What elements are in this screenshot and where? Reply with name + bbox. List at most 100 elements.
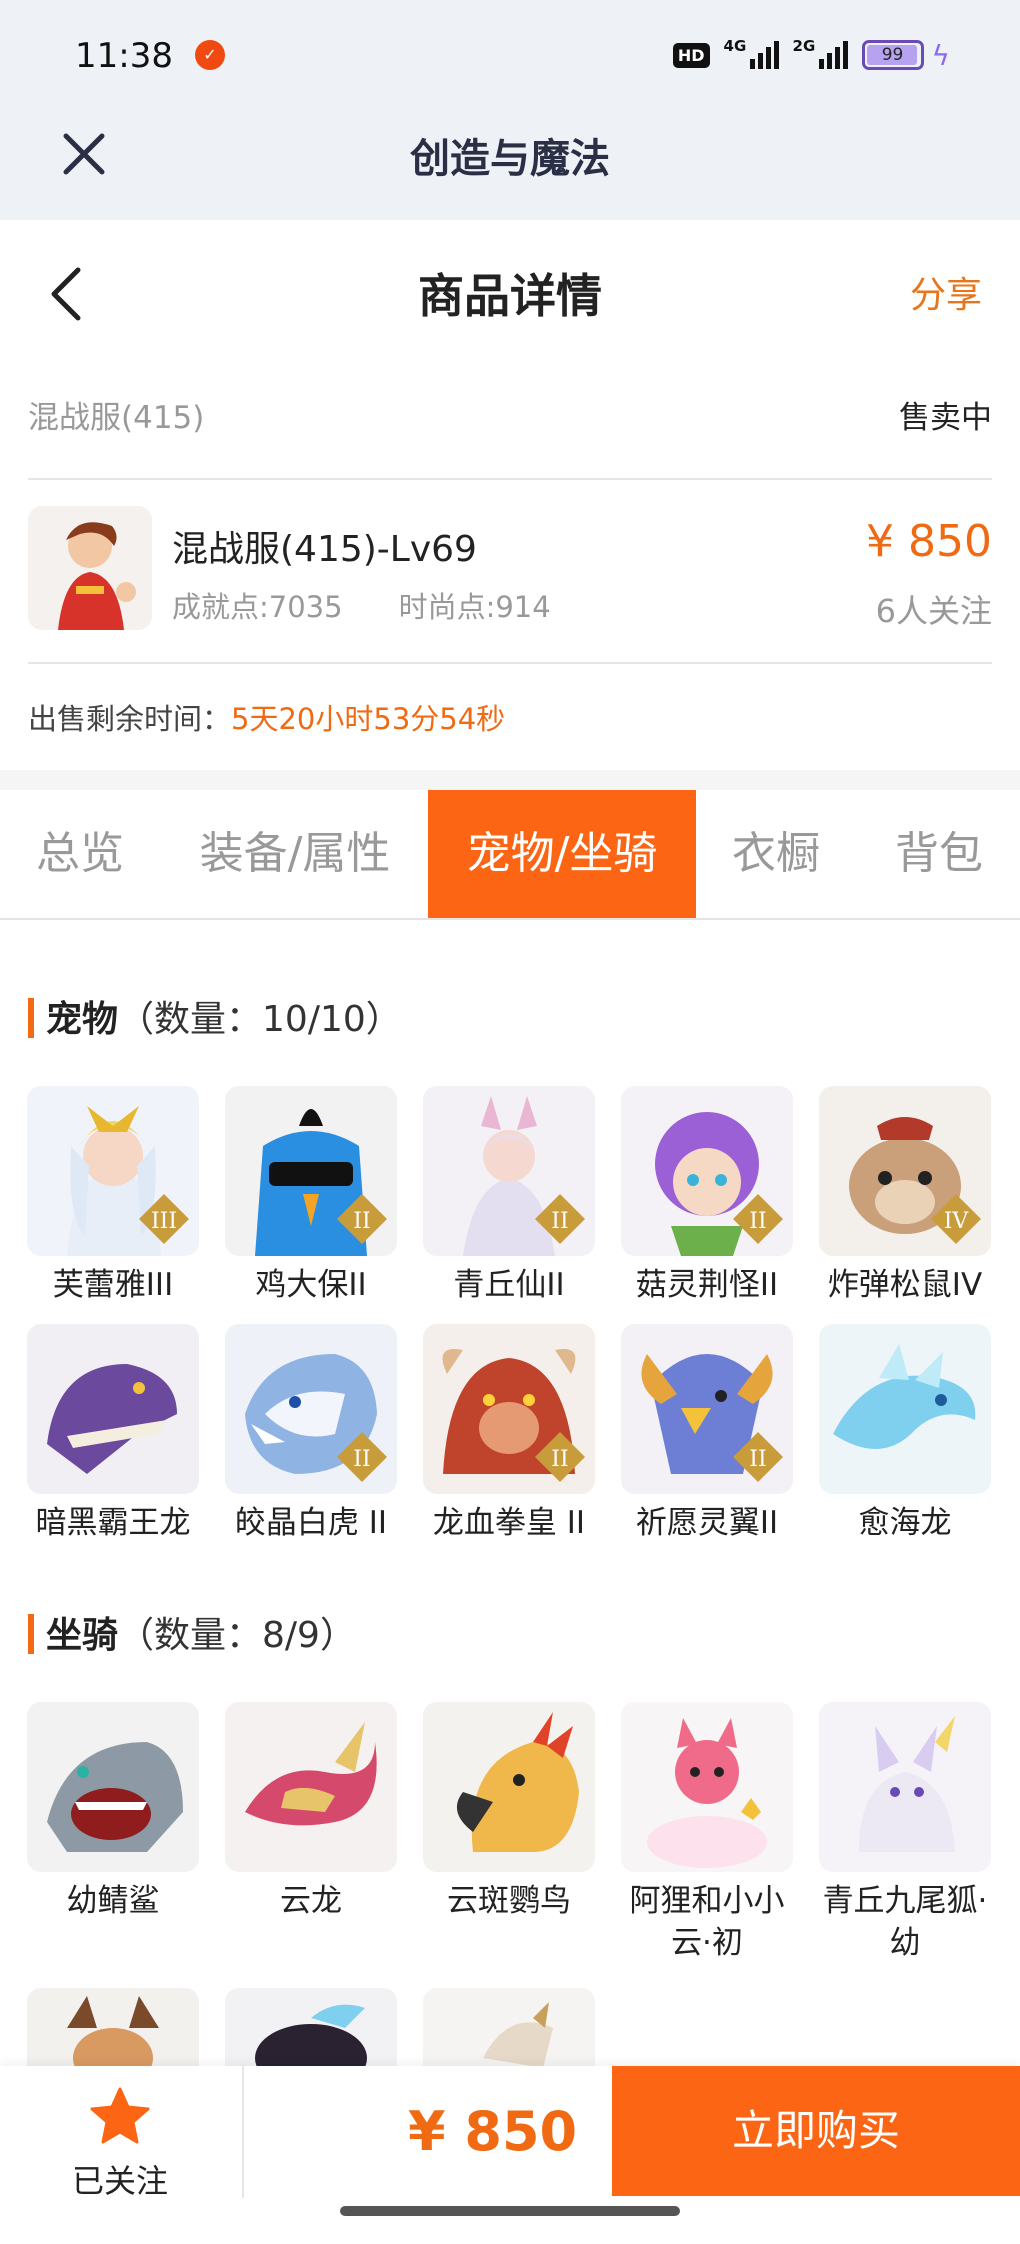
mount-name: 幼鲭鲨 — [66, 1883, 160, 1919]
server-row: 混战服(415) 售卖中 — [28, 384, 992, 444]
pet-image: II — [621, 1086, 793, 1256]
pet-name: 皎晶白虎 II — [234, 1505, 388, 1541]
pet-name: 祈愿灵翼II — [635, 1505, 779, 1541]
app-title: 创造与魔法 — [410, 136, 610, 182]
pet-card[interactable]: II 皎晶白虎 II — [225, 1324, 397, 1544]
pet-name: 龙血拳皇 II — [432, 1505, 586, 1541]
pets-title: 宠物 — [46, 999, 119, 1040]
mount-name: 青丘九尾狐·幼 — [822, 1883, 988, 1961]
charging-icon: ϟ — [931, 38, 950, 72]
character-avatar — [28, 506, 152, 630]
pet-image: III — [27, 1086, 199, 1256]
bottom-action-bar: 已关注 ¥ 850 立即购买 — [0, 2066, 1020, 2244]
mount-name: 阿狸和小小云·初 — [629, 1883, 785, 1961]
rank-badge-icon: II — [733, 1194, 783, 1244]
pet-name: 菇灵荆怪II — [635, 1267, 779, 1303]
status-icons: HD 4G 2G 99 ϟ — [672, 37, 950, 72]
section-gap — [0, 770, 1020, 790]
share-button[interactable]: 分享 — [910, 266, 982, 318]
notification-icon: ✓ — [195, 40, 225, 70]
tab-backpack[interactable]: 背包 — [858, 790, 1020, 918]
svg-text:II: II — [749, 1209, 766, 1234]
tab-equipment[interactable]: 装备/属性 — [170, 790, 420, 918]
character-row: 混战服(415)-Lv69 成就点:7035 时尚点:914 ¥ 850 6人关… — [28, 500, 992, 640]
follow-label: 已关注 — [71, 2162, 168, 2200]
pet-card[interactable]: II 祈愿灵翼II — [621, 1324, 793, 1544]
pet-card[interactable]: II 鸡大保II — [225, 1086, 397, 1306]
mounts-grid: 幼鲭鲨 云龙 云斑鹦鸟 阿狸和小小云·初 青丘九尾狐·幼 — [27, 1702, 997, 1964]
status-bar: 11:38 ✓ HD 4G 2G 99 ϟ — [0, 0, 1020, 110]
svg-text:II: II — [353, 1447, 370, 1472]
signal-2g-icon: 2G — [793, 37, 848, 69]
pet-image: II — [621, 1324, 793, 1494]
divider — [242, 2066, 244, 2198]
character-stats: 成就点:7035 时尚点:914 — [172, 584, 551, 626]
mount-image — [27, 1702, 199, 1872]
svg-text:II: II — [749, 1447, 766, 1472]
svg-text:II: II — [551, 1209, 568, 1234]
mount-card[interactable]: 幼鲭鲨 — [27, 1702, 199, 1964]
divider — [28, 478, 992, 480]
mounts-title: 坐骑 — [46, 1615, 119, 1656]
mount-image — [819, 1702, 991, 1872]
pet-image: II — [225, 1324, 397, 1494]
pet-name: 青丘仙II — [453, 1267, 565, 1303]
mount-image — [621, 1702, 793, 1872]
pet-card[interactable]: 暗黑霸王龙 — [27, 1324, 199, 1544]
remaining-value: 5天20小时53分54秒 — [231, 702, 506, 736]
mount-card[interactable]: 云斑鹦鸟 — [423, 1702, 595, 1964]
mounts-count: （数量：8/9） — [118, 1615, 356, 1656]
pet-image — [819, 1324, 991, 1494]
signal-4g-icon: 4G — [724, 37, 779, 69]
home-indicator[interactable] — [340, 2206, 680, 2216]
pets-grid: III 芙蕾雅III II 鸡大保II II 青丘仙II II 菇灵荆怪II I… — [27, 1086, 997, 1544]
tab-bar: 总览 装备/属性 宠物/坐骑 衣橱 背包 — [0, 790, 1020, 920]
tab-wardrobe[interactable]: 衣橱 — [706, 790, 846, 918]
tab-overview[interactable]: 总览 — [0, 790, 160, 918]
page-header: 商品详情 分享 — [0, 220, 1020, 360]
page-title: 商品详情 — [418, 269, 602, 323]
mounts-section-title: 坐骑（数量：8/9） — [28, 1606, 356, 1658]
mount-card[interactable]: 阿狸和小小云·初 — [621, 1702, 793, 1964]
follower-count: 6人关注 — [875, 592, 992, 630]
follow-button[interactable]: 已关注 — [40, 2086, 200, 2206]
divider — [28, 662, 992, 664]
pet-image: II — [225, 1086, 397, 1256]
remaining-time: 出售剩余时间：5天20小时53分54秒 — [28, 696, 505, 738]
mount-card[interactable]: 青丘九尾狐·幼 — [819, 1702, 991, 1964]
server-name: 混战服(415) — [28, 400, 205, 436]
pet-name: 愈海龙 — [858, 1505, 952, 1541]
battery-icon: 99 — [861, 40, 924, 70]
pet-name: 暗黑霸王龙 — [35, 1505, 191, 1541]
rank-badge-icon: II — [535, 1432, 585, 1482]
svg-text:II: II — [551, 1447, 568, 1472]
pet-card[interactable]: 愈海龙 — [819, 1324, 991, 1544]
tab-pets-mounts[interactable]: 宠物/坐骑 — [428, 790, 696, 918]
pet-card[interactable]: II 青丘仙II — [423, 1086, 595, 1306]
top-chrome: 11:38 ✓ HD 4G 2G 99 ϟ 创造与魔法 — [0, 0, 1020, 220]
mount-card[interactable]: 云龙 — [225, 1702, 397, 1964]
rank-badge-icon: IV — [931, 1194, 981, 1244]
svg-text:IV: IV — [944, 1209, 970, 1234]
pet-name: 鸡大保II — [255, 1267, 367, 1303]
pets-section-title: 宠物（数量：10/10） — [28, 990, 402, 1042]
bottom-price: ¥ 850 — [408, 2100, 578, 2163]
buy-now-button[interactable]: 立即购买 — [612, 2066, 1020, 2196]
pet-card[interactable]: III 芙蕾雅III — [27, 1086, 199, 1306]
rank-badge-icon: III — [139, 1194, 189, 1244]
svg-text:III: III — [151, 1209, 177, 1234]
svg-text:II: II — [353, 1209, 370, 1234]
fashion-points: 时尚点:914 — [398, 590, 551, 624]
mount-image — [423, 1702, 595, 1872]
remaining-label: 出售剩余时间： — [28, 702, 232, 736]
rank-badge-icon: II — [337, 1194, 387, 1244]
pet-card[interactable]: II 龙血拳皇 II — [423, 1324, 595, 1544]
character-name: 混战服(415)-Lv69 — [172, 529, 477, 570]
rank-badge-icon: II — [337, 1432, 387, 1482]
pet-card[interactable]: II 菇灵荆怪II — [621, 1086, 793, 1306]
pet-image: IV — [819, 1086, 991, 1256]
mount-name: 云斑鹦鸟 — [447, 1883, 571, 1919]
pet-card[interactable]: IV 炸弹松鼠IV — [819, 1086, 991, 1306]
listing-price: ¥ 850 — [866, 516, 992, 567]
sale-status: 售卖中 — [899, 400, 992, 436]
